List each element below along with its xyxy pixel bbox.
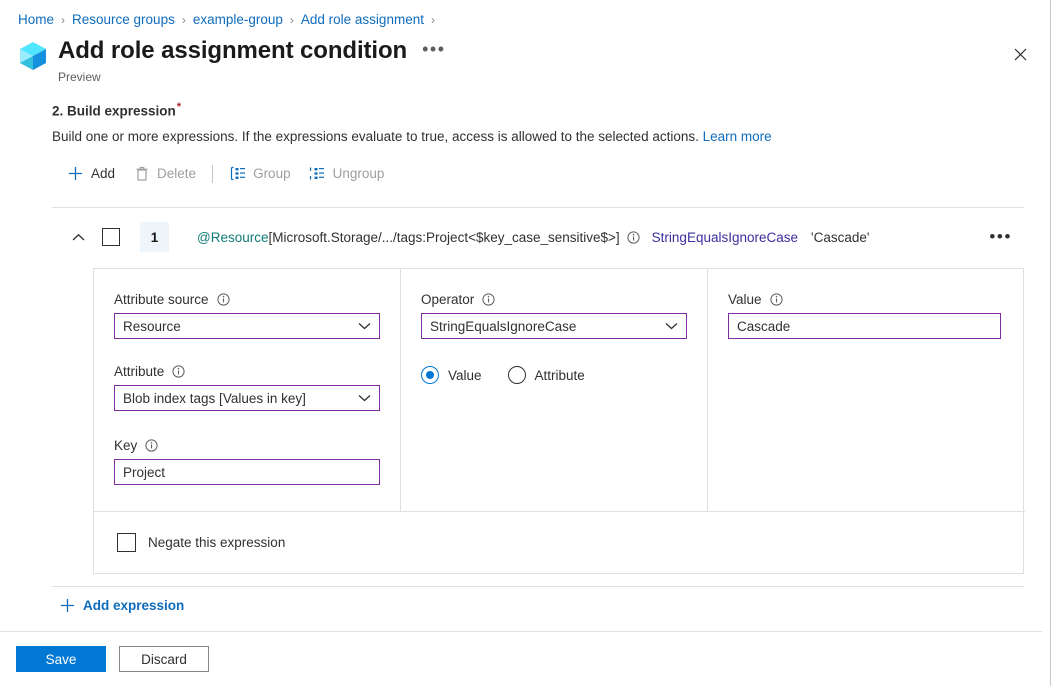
radio-value-dot [421,366,439,384]
info-icon[interactable] [172,365,185,378]
expression-toolbar: Add Delete [58,160,393,187]
attribute-source-value: Resource [123,319,181,334]
breadcrumb-separator: › [431,11,435,29]
expression-row-number: 1 [140,222,169,252]
toolbar-divider [212,165,213,183]
info-icon[interactable] [482,293,495,306]
negate-expression-label: Negate this expression [148,535,285,550]
expression-operator-token: StringEqualsIgnoreCase [652,230,798,245]
ungroup-button-label: Ungroup [333,166,385,181]
ungroup-button[interactable]: Ungroup [300,160,394,187]
discard-button[interactable]: Discard [119,646,209,672]
chevron-down-icon [358,322,371,330]
key-input[interactable]: Project [114,459,380,485]
trash-icon [133,165,150,182]
section-heading: 2. Build expression* [52,98,181,121]
option-mode-radio-group: Value Attribute [421,366,687,384]
expression-row: 1 @Resource[Microsoft.Storage/.../tags:P… [52,214,1024,260]
footer-action-bar: Save Discard [0,632,1042,686]
negate-expression-checkbox[interactable] [117,533,136,552]
plus-icon [60,598,75,613]
expression-row-more-icon[interactable]: ••• [989,232,1012,242]
breadcrumb-separator: › [182,11,186,29]
breadcrumb-item-home[interactable]: Home [18,11,54,29]
radio-attribute[interactable]: Attribute [508,366,585,384]
attribute-source-label: Attribute source [114,291,209,308]
operator-label: Operator [421,291,474,308]
breadcrumb-separator: › [290,11,294,29]
azure-cube-icon [18,40,48,72]
attribute-label-row: Attribute [114,363,380,380]
add-role-assignment-condition-blade: Home › Resource groups › example-group ›… [0,0,1051,686]
collapse-chevron-up-icon[interactable] [66,225,90,249]
breadcrumb: Home › Resource groups › example-group ›… [18,11,442,29]
value-input[interactable]: Cascade [728,313,1001,339]
section-heading-text: 2. Build expression [52,104,176,119]
operator-value: StringEqualsIgnoreCase [430,319,576,334]
attribute-source-select[interactable]: Resource [114,313,380,339]
group-button-label: Group [253,166,291,181]
info-icon[interactable] [770,293,783,306]
expression-resource-token: @Resource [197,230,268,245]
close-icon[interactable] [1007,41,1033,67]
breadcrumb-separator: › [61,11,65,29]
attribute-label: Attribute [114,363,164,380]
radio-attribute-label: Attribute [535,368,585,383]
expression-summary: @Resource[Microsoft.Storage/.../tags:Pro… [197,230,869,245]
page-title: Add role assignment condition [58,36,407,66]
chevron-down-icon [358,394,371,402]
value-label-row: Value [728,291,1003,308]
radio-attribute-dot [508,366,526,384]
attribute-source-label-row: Attribute source [114,291,380,308]
page-header: Add role assignment condition ••• Previe… [18,36,446,85]
expression-path-token: [Microsoft.Storage/.../tags:Project<$key… [268,230,619,245]
attribute-value: Blob index tags [Values in key] [123,391,306,406]
save-button[interactable]: Save [16,646,106,672]
expression-list-top-divider [52,207,1024,208]
info-icon[interactable] [627,231,640,244]
required-marker: * [177,101,181,113]
expression-value-token: 'Cascade' [811,230,869,245]
info-icon[interactable] [145,439,158,452]
add-button[interactable]: Add [58,160,124,187]
value-panel: Value Cascade [708,269,1023,512]
breadcrumb-item-resource-groups[interactable]: Resource groups [72,11,175,29]
delete-button-label: Delete [157,166,196,181]
preview-badge: Preview [58,69,446,85]
info-icon[interactable] [217,293,230,306]
value-label: Value [728,291,762,308]
negate-expression-row: Negate this expression [94,511,1025,573]
radio-value-label: Value [448,368,482,383]
operator-panel: Operator StringEqualsIgnoreCase Value [401,269,708,512]
operator-label-row: Operator [421,291,687,308]
add-expression-label: Add expression [83,598,184,613]
section-description: Build one or more expressions. If the ex… [52,128,772,146]
group-icon [229,165,246,182]
ungroup-icon [309,165,326,182]
radio-value[interactable]: Value [421,366,482,384]
expression-row-checkbox[interactable] [102,228,120,246]
chevron-down-icon [665,322,678,330]
learn-more-link[interactable]: Learn more [703,129,772,144]
operator-select[interactable]: StringEqualsIgnoreCase [421,313,687,339]
expression-detail-panels: Attribute source Resource Attribute [94,269,1023,512]
expression-detail-card: Attribute source Resource Attribute [93,268,1024,574]
breadcrumb-item-add-role-assignment[interactable]: Add role assignment [301,11,424,29]
attribute-source-panel: Attribute source Resource Attribute [94,269,401,512]
breadcrumb-item-example-group[interactable]: example-group [193,11,283,29]
section-description-text: Build one or more expressions. If the ex… [52,129,699,144]
attribute-select[interactable]: Blob index tags [Values in key] [114,385,380,411]
key-label-row: Key [114,437,380,454]
header-more-icon[interactable]: ••• [422,40,445,58]
group-button[interactable]: Group [220,160,300,187]
add-button-label: Add [91,166,115,181]
add-expression-link[interactable]: Add expression [60,594,184,616]
add-expression-divider [52,586,1024,587]
delete-button[interactable]: Delete [124,160,205,187]
key-label: Key [114,437,137,454]
plus-icon [67,165,84,182]
